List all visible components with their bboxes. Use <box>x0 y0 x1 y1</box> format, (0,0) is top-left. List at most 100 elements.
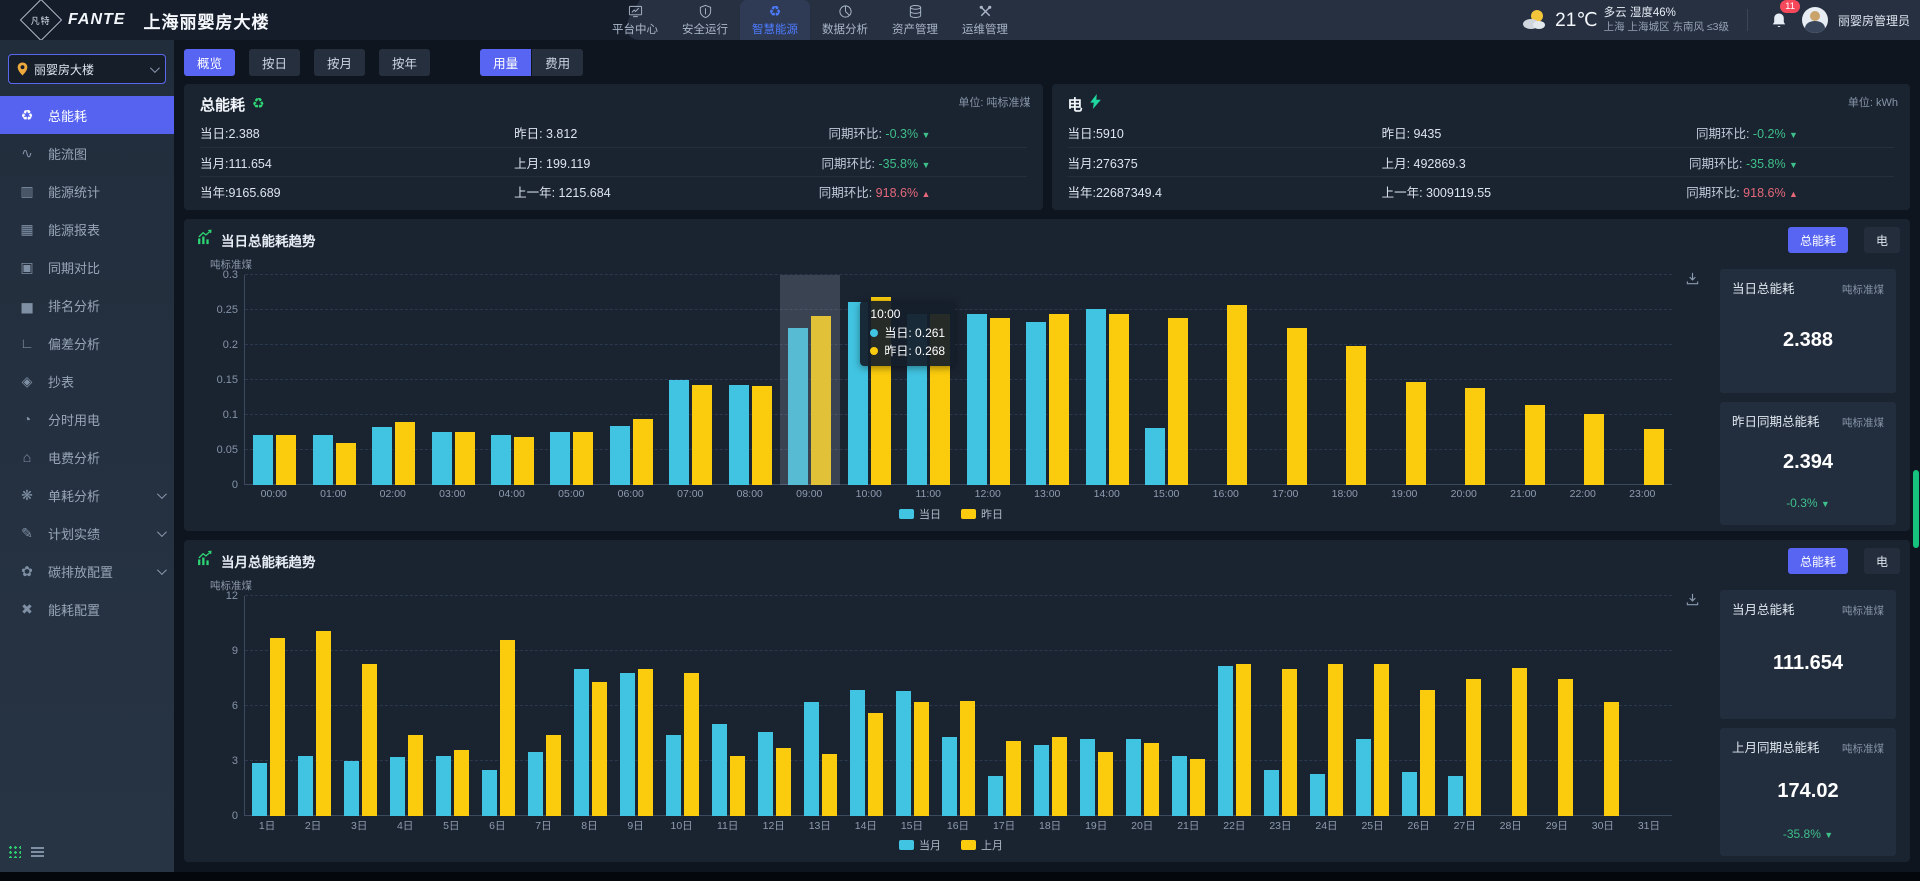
bar-group-16:00[interactable] <box>1196 275 1255 485</box>
bar-group-15:00[interactable] <box>1137 275 1196 485</box>
nav-item-platform[interactable]: 平台中心 <box>600 0 670 40</box>
bar-group-05:00[interactable] <box>542 275 601 485</box>
bar-group-13:00[interactable] <box>1018 275 1077 485</box>
bar-group-11日[interactable] <box>705 596 751 816</box>
bar-group-7日[interactable] <box>521 596 567 816</box>
type-tab-用量[interactable]: 用量 <box>480 49 531 76</box>
bar-group-5日[interactable] <box>429 596 475 816</box>
legend-item-昨日[interactable]: 昨日 <box>961 506 1003 522</box>
list-toggle-icon[interactable] <box>31 847 44 857</box>
period-tab-按日[interactable]: 按日 <box>249 49 300 76</box>
bar-group-21:00[interactable] <box>1494 275 1553 485</box>
download-icon[interactable] <box>1685 592 1700 612</box>
sidebar-item-carbon-config[interactable]: ✿碳排放配置 <box>0 552 174 590</box>
sidebar-item-energy-flow[interactable]: ∿能流图 <box>0 134 174 172</box>
bar-group-29日[interactable] <box>1534 596 1580 816</box>
bar-group-02:00[interactable] <box>364 275 423 485</box>
bar-group-21日[interactable] <box>1166 596 1212 816</box>
chart-toggle-总能耗[interactable]: 总能耗 <box>1788 548 1848 574</box>
period-tab-概览[interactable]: 概览 <box>184 49 235 76</box>
bar-group-01:00[interactable] <box>304 275 363 485</box>
legend-item-当月[interactable]: 当月 <box>899 837 941 853</box>
bar-group-13日[interactable] <box>797 596 843 816</box>
sidebar-item-period-compare[interactable]: ▣同期对比 <box>0 248 174 286</box>
bar-group-1日[interactable] <box>245 596 291 816</box>
period-tab-按月[interactable]: 按月 <box>314 49 365 76</box>
sidebar-item-cost-analysis[interactable]: ⌂电费分析 <box>0 438 174 476</box>
nav-item-energy[interactable]: ♻智慧能源 <box>740 0 810 40</box>
nav-item-security[interactable]: 安全运行 <box>670 0 740 40</box>
nav-item-asset[interactable]: 资产管理 <box>880 0 950 40</box>
legend-item-上月[interactable]: 上月 <box>961 837 1003 853</box>
bar-group-11:00[interactable] <box>899 275 958 485</box>
bar-group-09:00[interactable] <box>780 275 839 485</box>
bar-group-8日[interactable] <box>567 596 613 816</box>
nav-item-data[interactable]: 数据分析 <box>810 0 880 40</box>
sidebar-item-energy-config[interactable]: ✖能耗配置 <box>0 590 174 628</box>
bar-group-9日[interactable] <box>613 596 659 816</box>
notifications-button[interactable]: 11 <box>1766 7 1792 33</box>
bar-group-20:00[interactable] <box>1434 275 1493 485</box>
bar-group-08:00[interactable] <box>721 275 780 485</box>
sidebar-item-ranking-analysis[interactable]: ▅排名分析 <box>0 286 174 324</box>
bar-group-31日[interactable] <box>1626 596 1672 816</box>
bar-group-3日[interactable] <box>337 596 383 816</box>
bar-group-23日[interactable] <box>1258 596 1304 816</box>
bar-group-18日[interactable] <box>1028 596 1074 816</box>
chart-toggle-电[interactable]: 电 <box>1864 227 1900 253</box>
legend-item-当日[interactable]: 当日 <box>899 506 941 522</box>
user-name[interactable]: 丽婴房管理员 <box>1838 12 1910 29</box>
sidebar-item-energy-report[interactable]: ▦能源报表 <box>0 210 174 248</box>
bar-group-17日[interactable] <box>982 596 1028 816</box>
download-icon[interactable] <box>1685 271 1700 291</box>
nav-item-ops[interactable]: 运维管理 <box>950 0 1020 40</box>
bar-group-4日[interactable] <box>383 596 429 816</box>
type-tab-费用[interactable]: 费用 <box>532 49 583 76</box>
grid-dots-icon[interactable] <box>8 845 21 858</box>
bar-group-12日[interactable] <box>751 596 797 816</box>
bar-group-14日[interactable] <box>843 596 889 816</box>
bar-group-2日[interactable] <box>291 596 337 816</box>
sidebar-item-time-of-use[interactable]: ◔分时用电 <box>0 400 174 438</box>
bar-group-6日[interactable] <box>475 596 521 816</box>
bar-group-19:00[interactable] <box>1375 275 1434 485</box>
bar-group-04:00[interactable] <box>483 275 542 485</box>
building-selector[interactable]: 丽婴房大楼 <box>8 54 166 84</box>
bar-group-10:00[interactable] <box>840 275 899 485</box>
bar-group-27日[interactable] <box>1442 596 1488 816</box>
bar-group-23:00[interactable] <box>1612 275 1671 485</box>
bar-group-22日[interactable] <box>1212 596 1258 816</box>
bar-group-18:00[interactable] <box>1315 275 1374 485</box>
bar-group-28日[interactable] <box>1488 596 1534 816</box>
bar-group-16日[interactable] <box>935 596 981 816</box>
chart-toggle-电[interactable]: 电 <box>1864 548 1900 574</box>
bar-group-06:00[interactable] <box>602 275 661 485</box>
bar-group-12:00[interactable] <box>958 275 1017 485</box>
bar-group-10日[interactable] <box>659 596 705 816</box>
bar-group-30日[interactable] <box>1580 596 1626 816</box>
bar-group-20日[interactable] <box>1120 596 1166 816</box>
bar-group-03:00[interactable] <box>423 275 482 485</box>
bar-group-14:00[interactable] <box>1077 275 1136 485</box>
sidebar-item-meter-reading[interactable]: ◈抄表 <box>0 362 174 400</box>
bar-group-07:00[interactable] <box>661 275 720 485</box>
period-tab-按年[interactable]: 按年 <box>379 49 430 76</box>
bar-group-00:00[interactable] <box>245 275 304 485</box>
bar-group-26日[interactable] <box>1396 596 1442 816</box>
bar-group-15日[interactable] <box>889 596 935 816</box>
bar-group-24日[interactable] <box>1304 596 1350 816</box>
sidebar-item-unit-consumption[interactable]: ❋单耗分析 <box>0 476 174 514</box>
chart-toggle-总能耗[interactable]: 总能耗 <box>1788 227 1848 253</box>
bar-当日 <box>729 385 749 485</box>
sidebar-item-plan-actual[interactable]: ✎计划实绩 <box>0 514 174 552</box>
sidebar-item-total-energy[interactable]: ♻总能耗 <box>0 96 174 134</box>
user-avatar[interactable] <box>1802 7 1828 33</box>
sidebar-item-label: 能流图 <box>48 144 164 163</box>
bar-group-25日[interactable] <box>1350 596 1396 816</box>
bar-group-22:00[interactable] <box>1553 275 1612 485</box>
bar-group-19日[interactable] <box>1074 596 1120 816</box>
sidebar-item-energy-stats[interactable]: ▥能源统计 <box>0 172 174 210</box>
scrollbar-thumb[interactable] <box>1913 470 1919 548</box>
sidebar-item-deviation-analysis[interactable]: ∟偏差分析 <box>0 324 174 362</box>
bar-group-17:00[interactable] <box>1256 275 1315 485</box>
